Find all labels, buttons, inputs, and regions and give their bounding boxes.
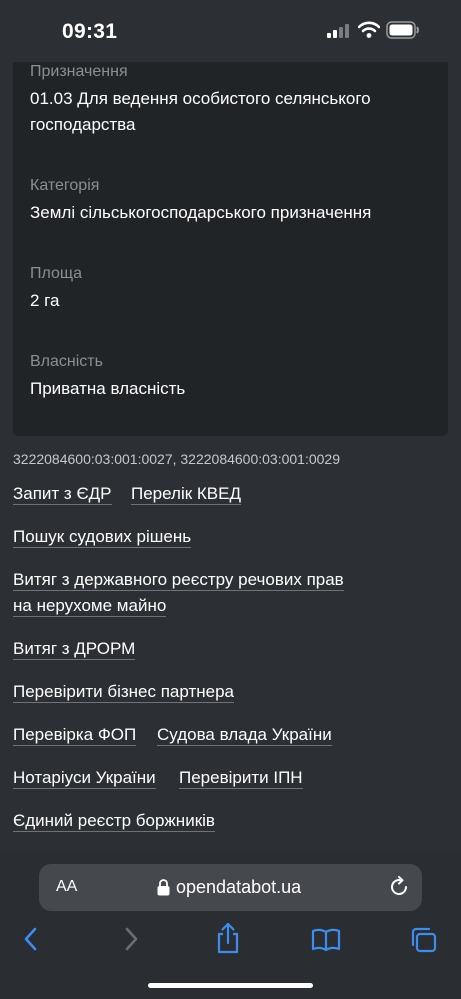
judiciary-label: Судова влада України [157, 725, 332, 746]
area-value: 2 га [30, 291, 60, 310]
category-field: Категорія Землі сільськогосподарського п… [30, 176, 371, 226]
purpose-field: Призначення 01.03 Для ведення особистого… [30, 62, 371, 138]
text-size-label: AA [56, 878, 78, 895]
court-search-label: Пошук судових рішень [13, 527, 192, 548]
edr-request-label: Запит з ЄДР [13, 484, 112, 505]
judiciary-link[interactable]: Судова влада України [157, 722, 332, 748]
land-details-card: Призначення 01.03 Для ведення особистого… [13, 62, 448, 436]
share-icon[interactable] [215, 922, 241, 954]
cadastre-number-link[interactable]: 3222084600:03:001:0029 [180, 451, 340, 467]
check-ipn-label: Перевірити ІПН [179, 768, 303, 789]
url-text: opendatabot.ua [176, 877, 302, 897]
fop-check-label: Перевірка ФОП [13, 725, 137, 746]
chevron-right-icon[interactable] [122, 926, 140, 952]
area-label: Площа [30, 265, 82, 282]
status-bar: 09:31 [0, 0, 461, 62]
chevron-left-icon[interactable] [22, 926, 40, 952]
book-icon[interactable] [311, 928, 341, 952]
cadastre-number-link[interactable]: 3222084600:03:001:0027 [13, 451, 173, 467]
purpose-value: 01.03 Для ведення особистого селянського… [30, 86, 371, 138]
check-ipn-link[interactable]: Перевірити ІПН [179, 765, 303, 791]
check-partner-link[interactable]: Перевірити бізнес партнера [13, 679, 234, 705]
drorm-label: Витяг з ДРОРМ [13, 639, 136, 660]
lock-icon [157, 879, 170, 896]
check-partner-label: Перевірити бізнес партнера [13, 682, 234, 703]
ownership-label: Власність [30, 353, 103, 370]
category-value: Землі сільськогосподарського призначення [30, 203, 372, 222]
cadastre-separator: , [172, 451, 177, 467]
property-registry-label-line1: Витяг з державного реєстру речових прав [13, 570, 344, 591]
property-registry-link[interactable]: Витяг з державного реєстру речових прав … [13, 567, 344, 619]
fop-check-link[interactable]: Перевірка ФОП [13, 722, 137, 748]
category-label: Категорія [30, 177, 100, 194]
ownership-field: Власність Приватна власність [30, 352, 185, 402]
tabs-icon[interactable] [410, 927, 438, 953]
battery-icon [386, 21, 419, 39]
home-indicator [148, 983, 313, 988]
purpose-value-line1: 01.03 Для ведення особистого селянського [30, 89, 371, 108]
property-registry-label-line2: на нерухоме майно [13, 596, 167, 617]
ownership-value: Приватна власність [30, 379, 186, 398]
debtors-registry-label: Єдиний реєстр боржників [13, 811, 215, 832]
wifi-icon [358, 21, 380, 38]
court-search-link[interactable]: Пошук судових рішень [13, 524, 192, 550]
address-bar[interactable]: AA opendatabot.ua [39, 864, 422, 911]
notaries-label: Нотаріуси України [13, 768, 156, 789]
text-size-button[interactable]: AA [56, 878, 77, 896]
drorm-link[interactable]: Витяг з ДРОРМ [13, 636, 136, 662]
purpose-value-line2: господарства [30, 115, 136, 134]
cellular-signal-icon [327, 24, 349, 38]
kved-list-label: Перелік КВЕД [131, 484, 241, 505]
area-field: Площа 2 га [30, 264, 82, 314]
kved-list-link[interactable]: Перелік КВЕД [131, 481, 241, 507]
notaries-link[interactable]: Нотаріуси України [13, 765, 156, 791]
debtors-registry-link[interactable]: Єдиний реєстр боржників [13, 808, 215, 834]
status-time: 09:31 [62, 20, 118, 43]
edr-request-link[interactable]: Запит з ЄДР [13, 481, 112, 507]
cadastre-numbers: 3222084600:03:001:0027, 3222084600:03:00… [13, 451, 340, 467]
purpose-label: Призначення [30, 63, 128, 80]
reload-icon[interactable] [388, 876, 410, 898]
